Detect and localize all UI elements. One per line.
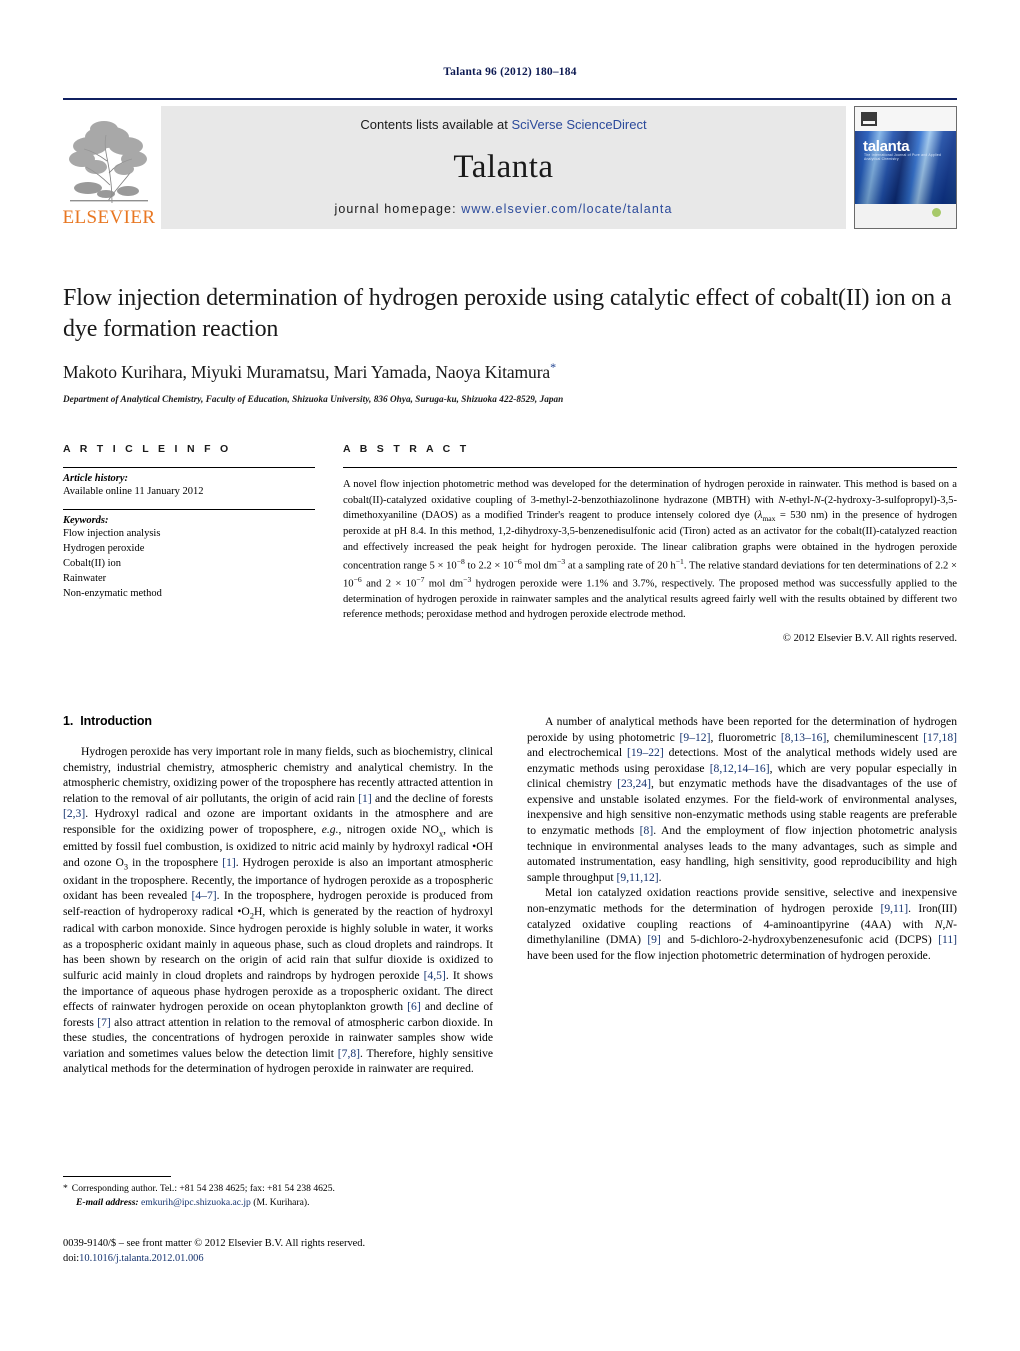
email-link[interactable]: emkurih@ipc.shizuoka.ac.jp bbox=[141, 1197, 251, 1208]
body-columns: 1. Introduction Hydrogen peroxide has ver… bbox=[63, 714, 957, 1077]
affiliation: Department of Analytical Chemistry, Facu… bbox=[63, 394, 564, 405]
email-label: E-mail address: bbox=[76, 1196, 139, 1208]
abstract-text: A novel flow injection photometric metho… bbox=[343, 479, 957, 621]
cover-badge-dot-icon bbox=[931, 208, 941, 217]
section-heading-introduction: 1. Introduction bbox=[63, 714, 493, 728]
section-title: Introduction bbox=[80, 714, 152, 728]
journal-title: Talanta bbox=[453, 148, 554, 185]
article-history-group: Article history: Available online 11 Jan… bbox=[63, 468, 315, 509]
masthead-center-band: Contents lists available at SciVerse Sci… bbox=[161, 106, 846, 229]
journal-cover-thumbnail[interactable]: talanta The International Journal of Pur… bbox=[854, 106, 957, 229]
article-info-column: A R T I C L E I N F O Article history: A… bbox=[63, 443, 315, 644]
elsevier-tree-icon bbox=[66, 115, 152, 207]
abstract-heading: A B S T R A C T bbox=[343, 443, 470, 455]
footnote-block: * Corresponding author. Tel.: +81 54 238 … bbox=[63, 1176, 493, 1209]
abstract-column: A B S T R A C T A novel flow injection p… bbox=[343, 443, 957, 644]
doi-line: doi:10.1016/j.talanta.2012.01.006 bbox=[63, 1251, 523, 1266]
keyword-item: Hydrogen peroxide bbox=[63, 543, 145, 555]
page-title: Flow injection determination of hydrogen… bbox=[63, 285, 952, 342]
footnote-star-marker: * bbox=[63, 1183, 68, 1194]
author-names: Makoto Kurihara, Miyuki Muramatsu, Mari … bbox=[63, 362, 551, 383]
keyword-item: Flow injection analysis bbox=[63, 528, 161, 540]
article-info-heading: A R T I C L E I N F O bbox=[63, 443, 232, 455]
article-history-label: Article history: bbox=[63, 473, 129, 484]
sciencedirect-link[interactable]: SciVerse ScienceDirect bbox=[511, 117, 646, 132]
corresponding-author-marker[interactable]: * bbox=[550, 360, 556, 374]
journal-article-page: Talanta 96 (2012) 180–184 ELSEVIER Conte… bbox=[0, 0, 1020, 1351]
elsevier-logo: ELSEVIER bbox=[63, 106, 155, 229]
keywords-label: Keywords: bbox=[63, 515, 109, 527]
body-column-right: A number of analytical methods have been… bbox=[527, 714, 957, 1077]
info-abstract-region: A R T I C L E I N F O Article history: A… bbox=[63, 443, 957, 644]
doi-label: doi: bbox=[63, 1253, 80, 1265]
contents-available-line: Contents lists available at SciVerse Sci… bbox=[360, 117, 646, 132]
homepage-prefix: journal homepage: bbox=[334, 202, 462, 216]
email-note: E-mail address: emkurih@ipc.shizuoka.ac.… bbox=[63, 1196, 493, 1210]
keyword-item: Rainwater bbox=[63, 573, 107, 585]
elsevier-wordmark: ELSEVIER bbox=[62, 207, 156, 228]
intro-paragraph-1: Hydrogen peroxide has very important rol… bbox=[63, 745, 494, 1076]
keyword-item: Cobalt(II) ion bbox=[63, 558, 122, 570]
intro-paragraph-3: Metal ion catalyzed oxidation reactions … bbox=[527, 886, 957, 962]
cover-publisher-icon bbox=[861, 112, 877, 126]
title-block: Flow injection determination of hydrogen… bbox=[63, 283, 957, 404]
homepage-url-link[interactable]: www.elsevier.com/locate/talanta bbox=[461, 202, 672, 216]
running-head: Talanta 96 (2012) 180–184 bbox=[443, 66, 577, 78]
cover-badge-icon bbox=[923, 208, 949, 222]
keyword-item: Non-enzymatic method bbox=[63, 588, 162, 600]
issn-line: 0039-9140/$ – see front matter © 2012 El… bbox=[63, 1238, 366, 1249]
email-suffix: (M. Kurihara). bbox=[253, 1196, 310, 1208]
body-column-left: 1. Introduction Hydrogen peroxide has ver… bbox=[63, 714, 493, 1077]
contents-prefix: Contents lists available at bbox=[360, 117, 512, 132]
article-history-line: Available online 11 January 2012 bbox=[63, 486, 204, 497]
section-number: 1. bbox=[63, 714, 74, 728]
author-list: Makoto Kurihara, Miyuki Muramatsu, Mari … bbox=[63, 360, 957, 383]
corresponding-author-text: Corresponding author. Tel.: +81 54 238 4… bbox=[71, 1183, 335, 1194]
intro-paragraph-2: A number of analytical methods have been… bbox=[527, 715, 957, 884]
journal-homepage-line: journal homepage: www.elsevier.com/locat… bbox=[334, 202, 672, 216]
doi-link[interactable]: 10.1016/j.talanta.2012.01.006 bbox=[79, 1253, 203, 1264]
keywords-group: Keywords: Flow injection analysis Hydrog… bbox=[63, 510, 315, 612]
issn-doi-block: 0039-9140/$ – see front matter © 2012 El… bbox=[63, 1236, 523, 1266]
corresponding-author-note: * Corresponding author. Tel.: +81 54 238 … bbox=[63, 1182, 493, 1196]
cover-journal-subtitle: The International Journal of Pure and Ap… bbox=[864, 152, 942, 161]
abstract-copyright: © 2012 Elsevier B.V. All rights reserved… bbox=[782, 632, 957, 644]
masthead-top-rule bbox=[63, 98, 957, 100]
journal-masthead: ELSEVIER Contents lists available at Sci… bbox=[63, 98, 957, 229]
footnote-rule bbox=[63, 1176, 171, 1177]
